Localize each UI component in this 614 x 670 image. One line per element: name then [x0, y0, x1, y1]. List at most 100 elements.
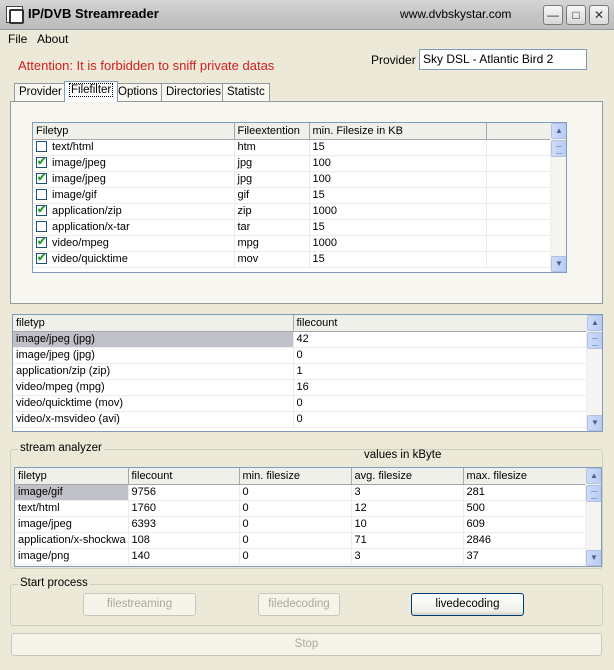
column-header[interactable]: max. filesize — [463, 468, 586, 485]
include-checkbox[interactable] — [36, 171, 47, 184]
filetyp-cell[interactable]: application/x-tar — [33, 219, 235, 236]
column-header[interactable]: filetyp — [13, 315, 294, 332]
table-row[interactable]: application/x-shockwa 108 0 71 2846 — [15, 532, 586, 549]
filecount-cell[interactable]: 9756 — [128, 484, 240, 501]
table-row[interactable]: image/jpeg (jpg) 0 — [13, 347, 587, 364]
extension-cell[interactable]: zip — [234, 203, 310, 220]
avg-filesize-cell[interactable]: 3 — [351, 484, 464, 501]
scroll-up-arrow-icon[interactable]: ▲ — [551, 123, 566, 139]
filetyp-cell[interactable]: image/gif — [15, 484, 129, 501]
max-filesize-cell[interactable]: 37 — [463, 548, 586, 565]
filetyp-cell[interactable]: image/jpeg (jpg) — [13, 347, 294, 364]
stream-analyzer-grid[interactable]: filetyp filecount min. filesize avg. fil… — [14, 467, 602, 567]
table-row[interactable]: image/gif gif 15 — [33, 187, 551, 204]
filetyp-cell[interactable]: application/x-shockwa — [15, 532, 129, 549]
table-row[interactable]: application/zip (zip) 1 — [13, 363, 587, 380]
filetyp-cell[interactable]: image/gif — [33, 187, 235, 204]
column-header[interactable]: Fileextention — [234, 123, 310, 140]
tab-filefilter[interactable]: Filefilter — [64, 81, 119, 102]
filecount-cell[interactable]: 0 — [293, 395, 587, 412]
table-row[interactable]: video/quicktime mov15 — [33, 251, 551, 268]
include-checkbox[interactable] — [36, 141, 47, 152]
filetyp-cell[interactable]: text/html — [15, 500, 129, 517]
filetyp-cell[interactable]: application/zip — [33, 203, 235, 220]
include-checkbox[interactable] — [36, 155, 47, 168]
table-row[interactable]: application/x-tar tar 15 — [33, 219, 551, 236]
min-filesize-cell[interactable]: 100 — [309, 171, 487, 188]
filecount-cell[interactable]: 108 — [128, 532, 240, 549]
column-header[interactable]: avg. filesize — [351, 468, 464, 485]
table-row[interactable]: video/mpeg mpg1000 — [33, 235, 551, 252]
max-filesize-cell[interactable]: 609 — [463, 516, 586, 533]
min-filesize-cell[interactable]: 0 — [239, 484, 352, 501]
table-row[interactable]: image/jpeg jpg100 — [33, 155, 551, 172]
min-filesize-cell[interactable]: 15 — [309, 251, 487, 268]
avg-filesize-cell[interactable]: 71 — [351, 532, 464, 549]
filecount-cell[interactable]: 0 — [293, 347, 587, 364]
filecount-cell[interactable]: 42 — [293, 331, 587, 348]
column-header[interactable]: filecount — [293, 315, 587, 332]
table-row[interactable]: video/x-msvideo (avi) 0 — [13, 411, 587, 428]
scroll-down-arrow-icon[interactable]: ▼ — [586, 550, 601, 566]
include-checkbox[interactable] — [36, 203, 47, 216]
min-filesize-cell[interactable]: 1000 — [309, 235, 487, 252]
min-filesize-cell[interactable]: 0 — [239, 548, 352, 565]
scroll-down-arrow-icon[interactable]: ▼ — [587, 415, 602, 431]
include-checkbox[interactable] — [36, 251, 47, 264]
livedecoding-button[interactable]: livedecoding — [411, 593, 524, 616]
filetyp-cell[interactable]: image/jpeg — [33, 155, 235, 172]
table-row[interactable]: image/jpeg (jpg) 42 — [13, 331, 587, 348]
filetyp-cell[interactable]: image/jpeg — [15, 516, 129, 533]
column-header[interactable]: min. Filesize in KB — [309, 123, 487, 140]
include-checkbox[interactable] — [36, 189, 47, 200]
filetyp-cell[interactable]: video/x-msvideo (avi) — [13, 411, 294, 428]
filecount-cell[interactable]: 140 — [128, 548, 240, 565]
filecount-cell[interactable]: 6393 — [128, 516, 240, 533]
maximize-button[interactable]: □ — [566, 5, 586, 25]
avg-filesize-cell[interactable]: 12 — [351, 500, 464, 517]
min-filesize-cell[interactable]: 1000 — [309, 203, 487, 220]
max-filesize-cell[interactable]: 281 — [463, 484, 586, 501]
filetyp-cell[interactable]: image/jpeg — [33, 171, 235, 188]
filestreaming-button[interactable]: filestreaming — [83, 593, 196, 616]
min-filesize-cell[interactable]: 15 — [309, 139, 487, 156]
table-row[interactable]: text/html htm 15 — [33, 139, 551, 156]
filedecoding-button[interactable]: filedecoding — [258, 593, 340, 616]
extension-cell[interactable]: htm — [234, 139, 310, 156]
table-row[interactable]: image/jpeg 6393 0 10 609 — [15, 516, 586, 533]
tab-provider[interactable]: Provider — [14, 83, 67, 101]
tab-directories[interactable]: Directories — [161, 83, 226, 101]
scroll-up-arrow-icon[interactable]: ▲ — [587, 315, 602, 331]
scroll-down-arrow-icon[interactable]: ▼ — [551, 256, 566, 272]
column-header[interactable]: min. filesize — [239, 468, 352, 485]
filefilter-scrollbar[interactable]: ▲ ▼ — [550, 123, 566, 272]
extension-cell[interactable]: tar — [234, 219, 310, 236]
filecount-scrollbar[interactable]: ▲ ▼ — [586, 315, 602, 431]
extension-cell[interactable]: jpg — [234, 171, 310, 188]
filecount-grid[interactable]: filetyp filecount image/jpeg (jpg) 42 imag… — [12, 314, 603, 432]
min-filesize-cell[interactable]: 15 — [309, 219, 487, 236]
filetyp-cell[interactable]: video/quicktime (mov) — [13, 395, 294, 412]
scroll-up-arrow-icon[interactable]: ▲ — [586, 468, 601, 484]
close-button[interactable]: ✕ — [589, 5, 609, 25]
table-row[interactable]: video/quicktime (mov) 0 — [13, 395, 587, 412]
max-filesize-cell[interactable]: 2846 — [463, 532, 586, 549]
minimize-button[interactable]: — — [543, 5, 563, 25]
extension-cell[interactable]: mov — [234, 251, 310, 268]
stream-analyzer-scrollbar[interactable]: ▲ ▼ — [585, 468, 601, 566]
table-row[interactable]: text/html 1760 0 12 500 — [15, 500, 586, 517]
scroll-thumb[interactable] — [587, 332, 602, 349]
tab-options[interactable]: Options — [113, 83, 163, 101]
table-row[interactable]: image/gif 9756 0 3 281 — [15, 484, 586, 501]
max-filesize-cell[interactable]: 500 — [463, 500, 586, 517]
table-row[interactable]: image/png 140 0 3 37 — [15, 548, 586, 565]
column-header[interactable]: filetyp — [15, 468, 129, 485]
scroll-thumb[interactable] — [551, 140, 566, 157]
column-header[interactable]: filecount — [128, 468, 240, 485]
filetyp-cell[interactable]: image/jpeg (jpg) — [13, 331, 294, 348]
filetyp-cell[interactable]: video/mpeg (mpg) — [13, 379, 294, 396]
include-checkbox[interactable] — [36, 235, 47, 248]
avg-filesize-cell[interactable]: 10 — [351, 516, 464, 533]
filefilter-grid[interactable]: Filetyp Fileextention min. Filesize in K… — [32, 122, 567, 273]
filecount-cell[interactable]: 16 — [293, 379, 587, 396]
